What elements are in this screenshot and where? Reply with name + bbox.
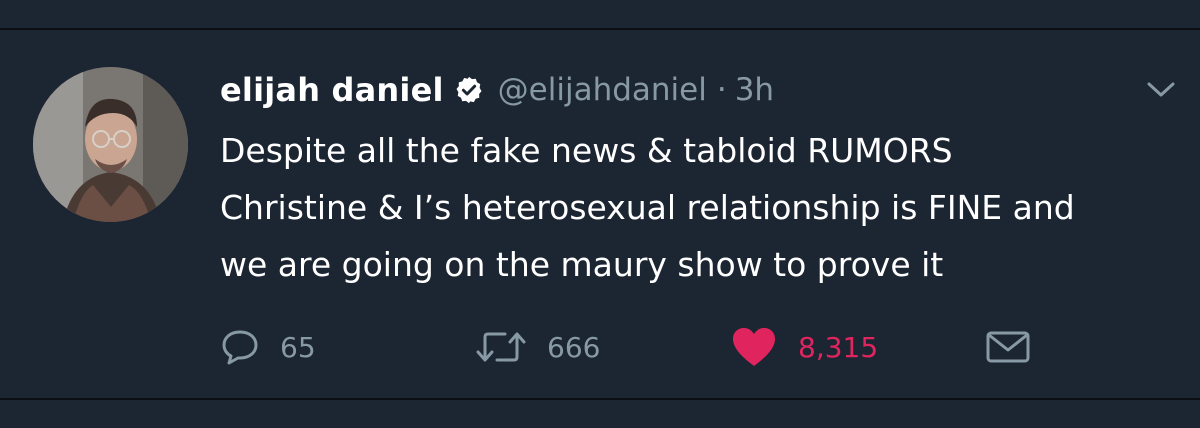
separator-dot: · — [716, 72, 727, 108]
direct-message-button[interactable] — [985, 322, 1031, 372]
verified-badge-icon — [454, 75, 484, 105]
bottom-divider — [0, 398, 1200, 400]
tweet-card: elijah daniel @elijahdaniel · 3h Despite… — [0, 0, 1200, 428]
retweet-count: 666 — [547, 330, 601, 364]
tweet-timestamp[interactable]: 3h — [735, 72, 774, 108]
top-divider — [0, 28, 1200, 30]
like-count: 8,315 — [798, 330, 879, 364]
action-bar: 65 666 8,315 — [220, 322, 1040, 372]
mail-icon — [986, 331, 1030, 363]
retweet-icon — [476, 332, 526, 362]
tweet-text-line: we are going on the maury show to prove … — [220, 245, 944, 284]
reply-count: 65 — [280, 330, 316, 364]
reply-icon — [222, 330, 258, 365]
avatar[interactable] — [33, 67, 188, 222]
avatar-image — [33, 67, 188, 222]
tweet-header: elijah daniel @elijahdaniel · 3h — [220, 63, 774, 117]
author-name[interactable]: elijah daniel — [220, 71, 444, 109]
heart-icon — [733, 328, 775, 366]
chevron-down-icon[interactable] — [1146, 80, 1176, 100]
reply-button[interactable]: 65 — [220, 322, 316, 372]
tweet-text-line: Despite all the fake news & tabloid RUMO… — [220, 131, 953, 170]
retweet-button[interactable]: 666 — [475, 322, 600, 372]
tweet-text: Despite all the fake news & tabloid RUMO… — [220, 122, 1180, 293]
tweet-text-line: Christine & I’s heterosexual relationshi… — [220, 188, 1075, 227]
like-button[interactable]: 8,315 — [730, 322, 878, 372]
author-handle[interactable]: @elijahdaniel — [498, 72, 707, 108]
